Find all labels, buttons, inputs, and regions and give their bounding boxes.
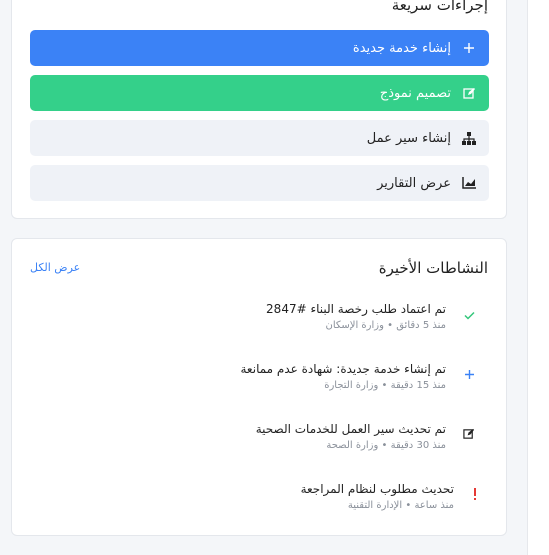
quick-actions-title: إجراءات سريعة bbox=[391, 0, 488, 14]
edit-icon bbox=[461, 426, 477, 442]
edit-icon bbox=[461, 85, 477, 101]
recent-activities-title: النشاطات الأخيرة bbox=[378, 259, 488, 277]
create-service-label: إنشاء خدمة جديدة bbox=[352, 40, 451, 56]
quick-actions-card: إجراءات سريعة إنشاء خدمة جديدة تصميم نمو… bbox=[11, 0, 507, 219]
create-workflow-label: إنشاء سير عمل bbox=[366, 130, 451, 146]
activity-meta: منذ 5 دقائق • وزارة الإسكان bbox=[325, 320, 446, 331]
chart-area-icon bbox=[461, 175, 477, 191]
check-icon bbox=[461, 307, 477, 323]
recent-activities-card: النشاطات الأخيرة عرض الكل تم اعتماد طلب … bbox=[11, 238, 507, 536]
page-scrollbar[interactable] bbox=[527, 0, 549, 555]
create-workflow-button[interactable]: إنشاء سير عمل bbox=[30, 120, 489, 156]
activity-meta: منذ 15 دقيقة • وزارة التجارة bbox=[324, 380, 446, 391]
design-form-label: تصميم نموذج bbox=[379, 85, 451, 101]
activity-title: تم اعتماد طلب رخصة البناء #2847 bbox=[266, 302, 446, 316]
activity-title: تم تحديث سير العمل للخدمات الصحية bbox=[255, 422, 446, 436]
activity-item[interactable]: تحديث مطلوب لنظام المراجعة منذ ساعة • ال… bbox=[154, 481, 454, 513]
plus-icon bbox=[461, 366, 477, 382]
activity-meta: منذ 30 دقيقة • وزارة الصحة bbox=[326, 440, 446, 451]
sitemap-icon bbox=[461, 130, 477, 146]
create-service-button[interactable]: إنشاء خدمة جديدة bbox=[30, 30, 489, 66]
exclamation-icon bbox=[467, 486, 483, 502]
activity-title: تم إنشاء خدمة جديدة: شهادة عدم ممانعة bbox=[240, 362, 447, 376]
design-form-button[interactable]: تصميم نموذج bbox=[30, 75, 489, 111]
view-all-link[interactable]: عرض الكل bbox=[30, 261, 80, 274]
activity-item[interactable]: تم تحديث سير العمل للخدمات الصحية منذ 30… bbox=[146, 421, 446, 453]
plus-icon bbox=[461, 40, 477, 56]
activity-item[interactable]: تم اعتماد طلب رخصة البناء #2847 منذ 5 دق… bbox=[146, 301, 446, 333]
activity-meta: منذ ساعة • الإدارة التقنية bbox=[347, 500, 454, 511]
activity-item[interactable]: تم إنشاء خدمة جديدة: شهادة عدم ممانعة من… bbox=[146, 361, 447, 393]
view-reports-button[interactable]: عرض التقارير bbox=[30, 165, 489, 201]
view-reports-label: عرض التقارير bbox=[377, 175, 451, 191]
activity-title: تحديث مطلوب لنظام المراجعة bbox=[300, 482, 454, 496]
